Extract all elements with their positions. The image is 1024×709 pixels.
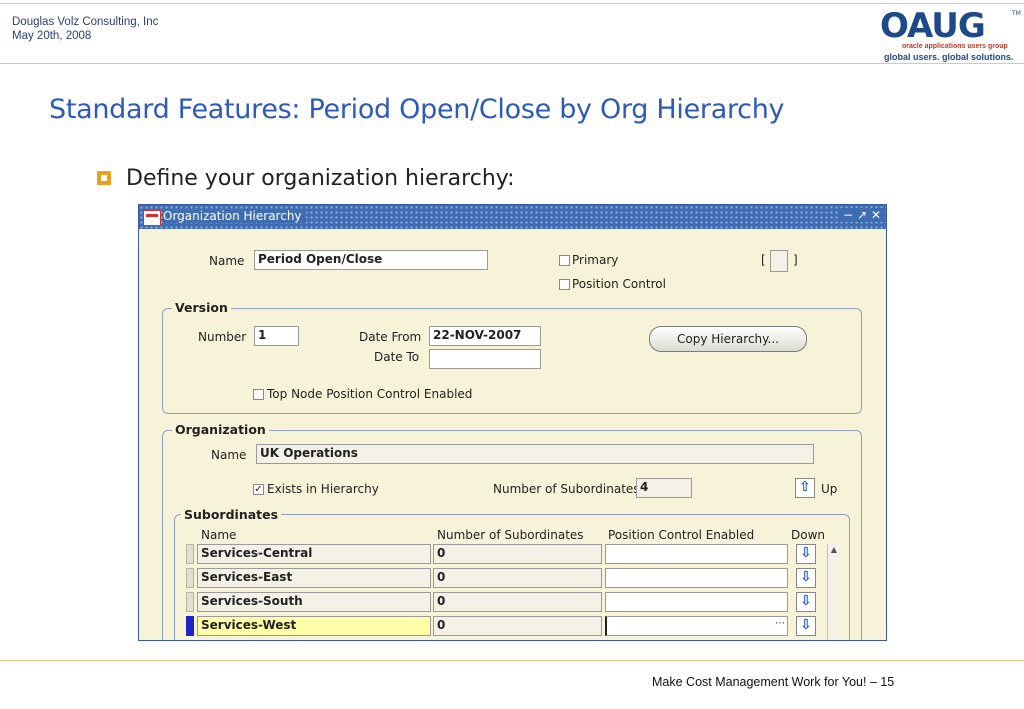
primary-label: Primary — [572, 253, 619, 267]
window-controls: − ↗ ✕ — [838, 208, 884, 222]
col-header-position-control: Position Control Enabled — [608, 528, 755, 542]
subordinate-count-field[interactable]: 0 — [433, 568, 602, 588]
up-arrow-icon[interactable]: ⇧ — [795, 478, 815, 498]
down-arrow-icon[interactable]: ⇩ — [796, 568, 816, 588]
org-name-field[interactable]: UK Operations — [256, 444, 814, 464]
version-title: Version — [172, 300, 231, 315]
date-to-field[interactable] — [429, 349, 541, 369]
subordinates-scrollbar[interactable]: ▲ — [827, 544, 840, 640]
row-selector[interactable] — [186, 568, 194, 588]
col-header-num-subordinates: Number of Subordinates — [437, 528, 584, 542]
logo-word: OAUG — [880, 6, 986, 46]
header-rule-top — [0, 3, 1024, 4]
top-node-label: Top Node Position Control Enabled — [267, 387, 473, 401]
num-subordinates-field[interactable]: 4 — [636, 478, 692, 498]
subordinates-title: Subordinates — [181, 507, 282, 522]
top-node-checkbox[interactable] — [253, 389, 264, 400]
down-arrow-icon[interactable]: ⇩ — [796, 592, 816, 612]
minimize-icon[interactable]: − — [842, 208, 854, 222]
row-selector-current[interactable] — [186, 616, 194, 636]
logo-tagline-2: global users. global solutions. — [884, 52, 1014, 62]
hierarchy-name-field[interactable]: Period Open/Close — [254, 250, 488, 270]
bullet-icon — [97, 171, 111, 185]
down-arrow-icon[interactable]: ⇩ — [796, 544, 816, 564]
version-number-field[interactable]: 1 — [254, 326, 299, 346]
down-arrow-icon[interactable]: ⇩ — [796, 616, 816, 636]
organization-title: Organization — [172, 422, 269, 437]
version-number-label: Number — [198, 330, 247, 344]
oracle-app-icon — [143, 210, 161, 226]
slide-date: May 20th, 2008 — [12, 30, 92, 42]
primary-checkbox[interactable] — [559, 255, 570, 266]
exists-in-hierarchy-checkbox[interactable]: ✓ — [253, 484, 264, 495]
row-selector[interactable] — [186, 544, 194, 564]
descriptive-flexfield[interactable] — [770, 250, 788, 272]
window-title: Organization Hierarchy — [163, 209, 306, 223]
subordinate-name-field[interactable]: Services-South — [197, 592, 431, 612]
position-control-label: Position Control — [572, 277, 666, 291]
up-label: Up — [821, 482, 838, 496]
organization-hierarchy-window: Organization Hierarchy − ↗ ✕ Name Period O… — [138, 204, 887, 641]
date-from-label: Date From — [359, 330, 422, 344]
oaug-logo: OAUG TM oracle applications users group … — [880, 6, 1021, 64]
date-to-label: Date To — [374, 350, 420, 364]
company-name: Douglas Volz Consulting, Inc — [12, 16, 159, 28]
scroll-up-icon[interactable]: ▲ — [828, 544, 840, 556]
position-control-field[interactable] — [605, 544, 788, 564]
col-header-name: Name — [201, 528, 237, 542]
position-control-field[interactable] — [605, 568, 788, 588]
row-selector[interactable] — [186, 592, 194, 612]
footer-rule — [0, 660, 1024, 661]
copy-hierarchy-button[interactable]: Copy Hierarchy... — [649, 326, 807, 352]
bullet-text: Define your organization hierarchy: — [126, 166, 515, 191]
slide-title: Standard Features: Period Open/Close by … — [49, 94, 785, 125]
date-from-field[interactable]: 22-NOV-2007 — [429, 326, 541, 346]
col-header-down: Down — [791, 528, 826, 542]
org-name-label: Name — [211, 448, 247, 462]
subordinate-name-field[interactable]: Services-Central — [197, 544, 431, 564]
close-icon[interactable]: ✕ — [870, 208, 882, 222]
subordinate-count-field[interactable]: 0 — [433, 616, 602, 636]
exists-in-hierarchy-label: Exists in Hierarchy — [267, 482, 379, 496]
window-titlebar: Organization Hierarchy − ↗ ✕ — [139, 205, 886, 229]
maximize-icon[interactable]: ↗ — [856, 208, 868, 222]
subordinate-count-field[interactable]: 0 — [433, 592, 602, 612]
logo-tagline-1: oracle applications users group — [902, 43, 1008, 50]
header-rule-bottom — [0, 63, 1024, 64]
slide-footer: Make Cost Management Work for You! – 15 — [652, 675, 895, 689]
subordinate-name-field[interactable]: Services-West — [197, 616, 431, 636]
name-label: Name — [209, 254, 245, 268]
position-control-field[interactable] — [605, 592, 788, 612]
subordinate-name-field[interactable]: Services-East — [197, 568, 431, 588]
bracket-left: [ — [761, 253, 766, 267]
position-control-checkbox[interactable] — [559, 279, 570, 290]
logo-tm: TM — [1012, 10, 1021, 17]
subordinate-count-field[interactable]: 0 — [433, 544, 602, 564]
position-control-field[interactable] — [605, 616, 788, 636]
num-subordinates-label: Number of Subordinates — [493, 482, 640, 496]
bracket-right: ] — [793, 253, 798, 267]
list-of-values-icon[interactable]: ⋯ — [773, 617, 787, 635]
